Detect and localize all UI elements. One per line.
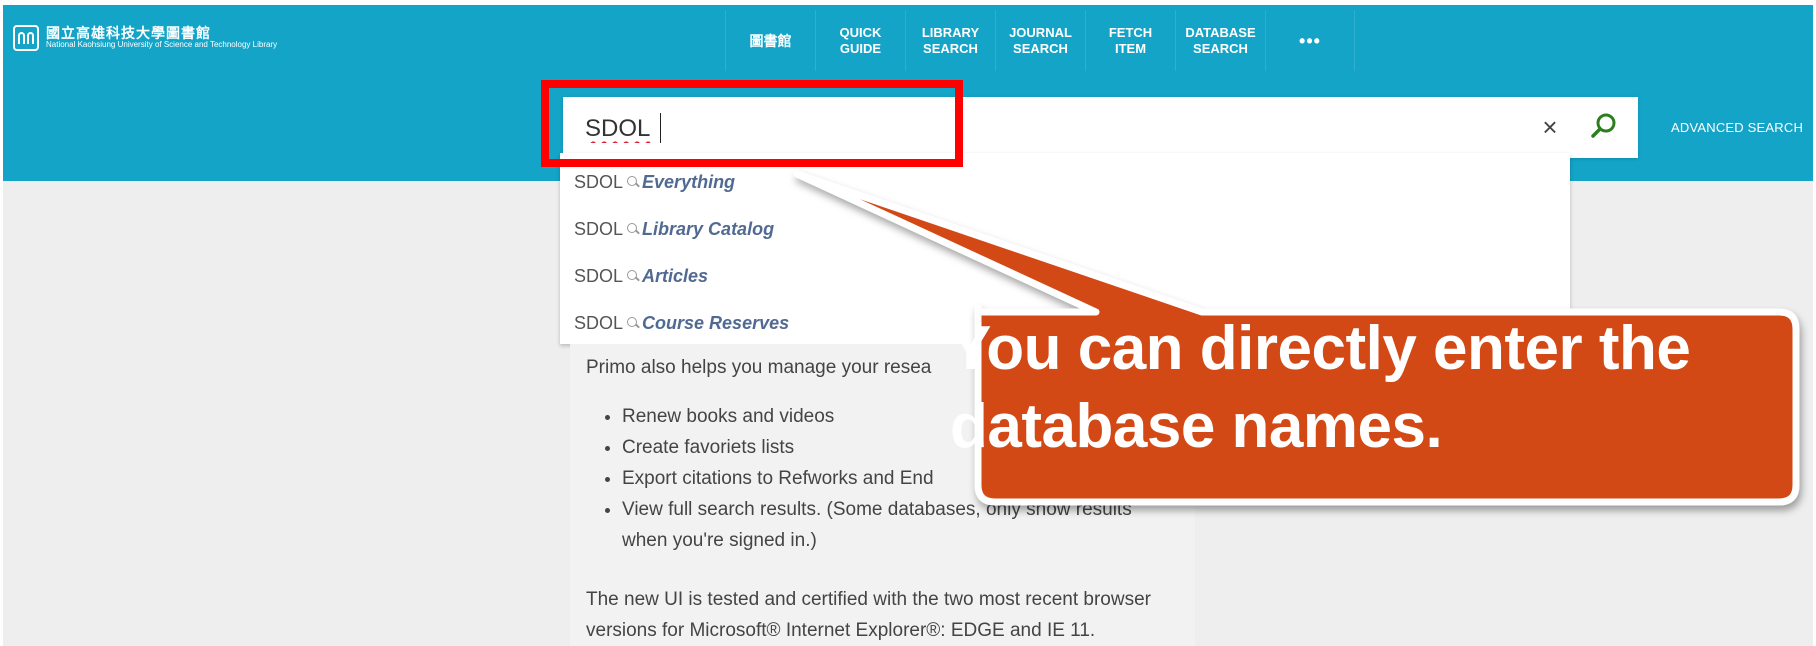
list-item-text: View full search results. (Some database…	[622, 499, 1132, 520]
nav-item-journal-search[interactable]: JOURNAL SEARCH	[995, 10, 1085, 71]
clear-search-icon[interactable]: ×	[1535, 112, 1565, 142]
browser-screenshot-frame: 國立高雄科技大學圖書館 National Kaohsiung Universit…	[0, 0, 1816, 646]
nav-item-fetch-item[interactable]: FETCH ITEM	[1085, 10, 1175, 71]
nav-item-database-search[interactable]: DATABASE SEARCH	[1175, 10, 1265, 71]
suggestion-term: SDOL	[574, 312, 624, 333]
main-nav: 圖書館 QUICK GUIDE LIBRARY SEARCH JOURNAL S…	[725, 10, 1355, 71]
nav-item-quick-guide[interactable]: QUICK GUIDE	[815, 10, 905, 71]
more-menu-icon[interactable]: •••	[1265, 10, 1355, 71]
suggestion-term: SDOL	[574, 265, 624, 286]
list-item: Export citations to Refworks and End	[622, 463, 1182, 494]
suggestion-search-icon	[627, 176, 638, 186]
info-intro-text: Primo also helps you manage your resea	[586, 357, 932, 378]
library-logo-en: National Kaohsiung University of Science…	[46, 40, 278, 50]
library-logo-zh: 國立高雄科技大學圖書館	[46, 24, 211, 41]
suggestion-term: SDOL	[574, 171, 624, 192]
suggestion-everything[interactable]: SDOL Everything	[574, 167, 735, 197]
suggestion-scope: Everything	[642, 171, 736, 192]
suggestion-course-reserves[interactable]: SDOL Course Reserves	[574, 308, 789, 338]
library-logo[interactable]: 國立高雄科技大學圖書館 National Kaohsiung Universit…	[13, 25, 277, 51]
search-highlight-box	[541, 80, 963, 167]
list-item: View full search results. (Some database…	[622, 494, 1182, 556]
nav-item-library-search[interactable]: LIBRARY SEARCH	[905, 10, 995, 71]
callout-line-2: database names.	[950, 392, 1443, 461]
list-item-text: Export citations to Refworks and End	[622, 468, 934, 489]
suggestion-scope: Course Reserves	[642, 312, 790, 333]
suggestion-library-catalog[interactable]: SDOL Library Catalog	[574, 214, 774, 244]
list-item-text-continued: when you're signed in.)	[622, 530, 817, 551]
callout-line-1: You can directly enter the	[950, 314, 1691, 383]
suggestion-articles[interactable]: SDOL Articles	[574, 261, 708, 291]
browser-support-line-1: The new UI is tested and certified with …	[586, 589, 1151, 610]
library-logo-text: 國立高雄科技大學圖書館 National Kaohsiung Universit…	[46, 24, 278, 50]
callout-text: You can directly enter the database name…	[950, 310, 1816, 466]
suggestion-search-icon	[627, 270, 638, 280]
suggestion-scope: Articles	[642, 265, 709, 286]
search-icon[interactable]	[1588, 111, 1620, 143]
suggestion-search-icon	[627, 317, 638, 327]
advanced-search-link[interactable]: ADVANCED SEARCH	[1671, 120, 1803, 135]
nav-item-library-home[interactable]: 圖書館	[725, 10, 815, 71]
browser-support-line-2: versions for Microsoft® Internet Explore…	[586, 620, 1096, 641]
browser-support-text: The new UI is tested and certified with …	[586, 584, 1186, 646]
library-logo-icon	[13, 25, 39, 51]
suggestion-term: SDOL	[574, 218, 624, 239]
suggestion-search-icon	[627, 223, 638, 233]
suggestion-scope: Library Catalog	[642, 218, 775, 239]
